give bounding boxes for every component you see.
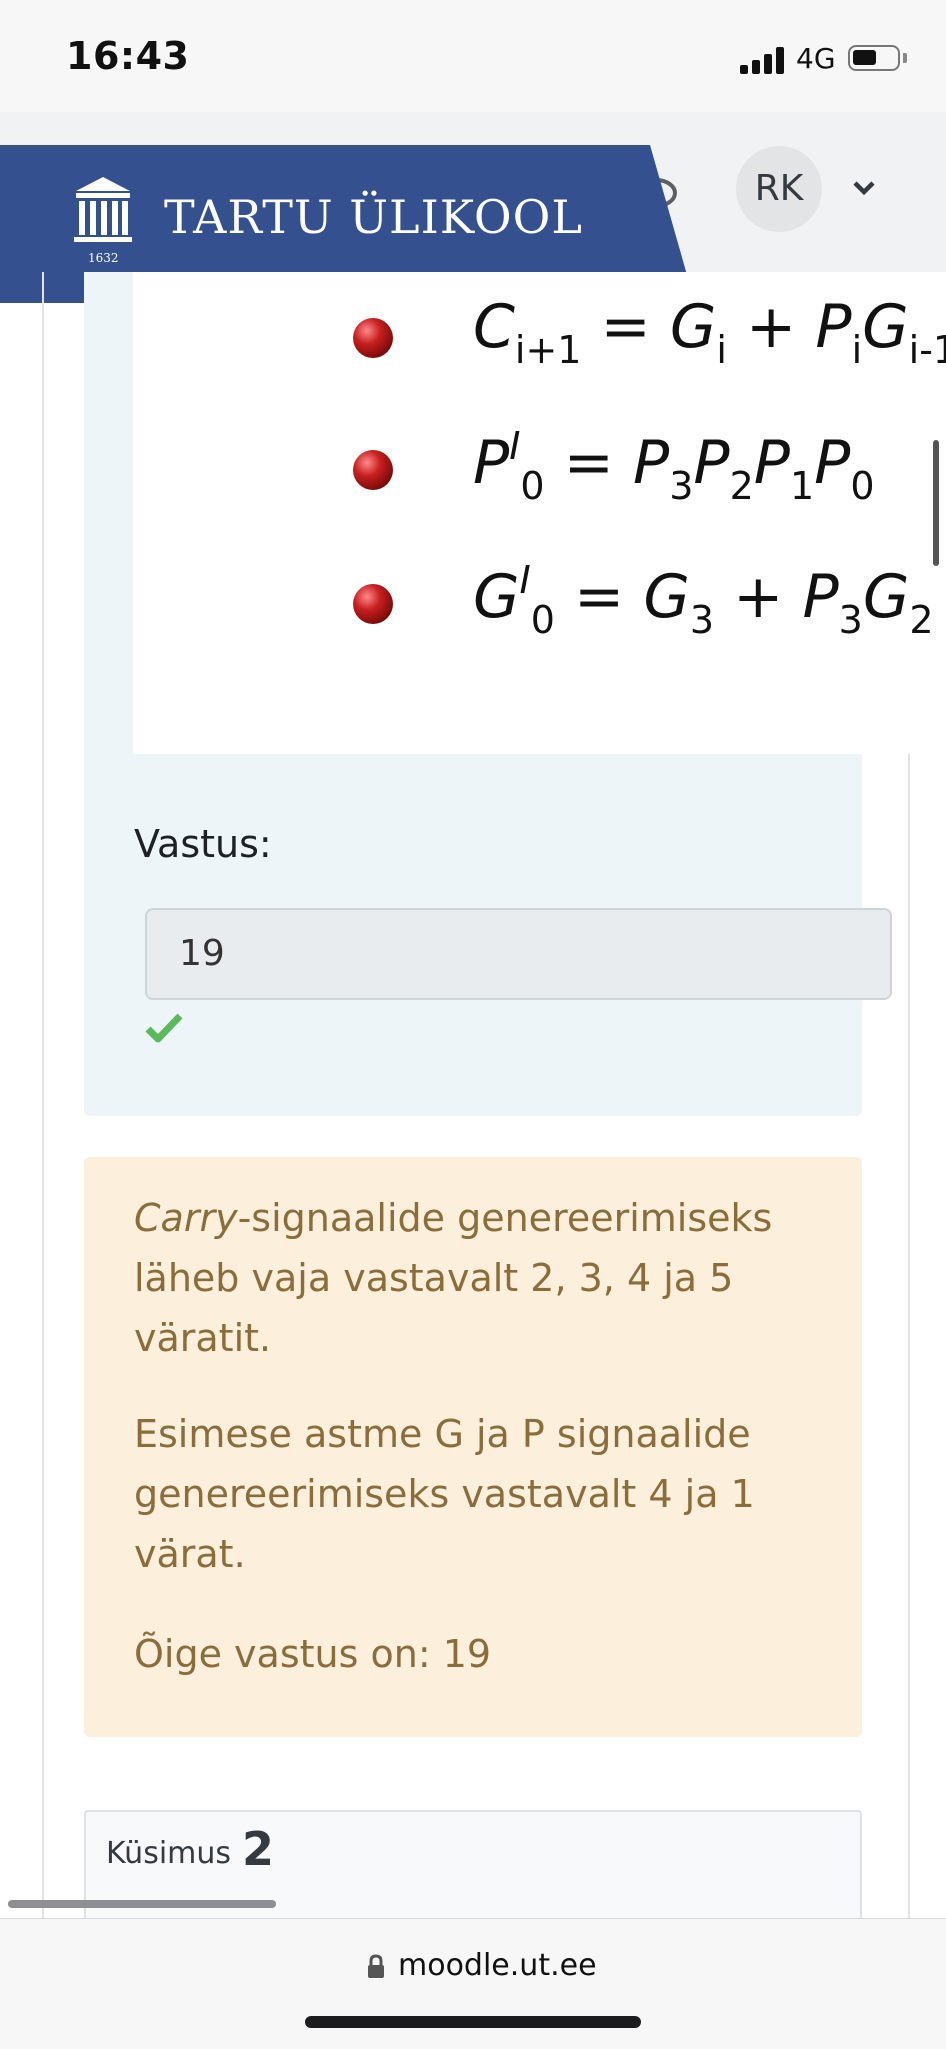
lock-icon — [366, 1954, 386, 1984]
battery-icon — [848, 45, 900, 71]
question-figure-formulas: Ci+1 = Gi + PiGi-1 PI0 = P3P2P1P0 GI0 = … — [133, 272, 946, 754]
answer-label: Vastus: — [134, 822, 272, 866]
url-text[interactable]: moodle.ut.ee — [398, 1948, 597, 1983]
feedback-emphasis: Carry — [134, 1196, 238, 1240]
figure-scrollbar[interactable] — [933, 440, 939, 566]
bullet-icon — [353, 584, 393, 624]
feedback-paragraph-2: Esimese astme G ja P signaalide genereer… — [134, 1412, 755, 1576]
chevron-down-icon[interactable] — [852, 178, 876, 202]
question-label: Küsimus — [106, 1836, 232, 1871]
browser-address-bar[interactable] — [0, 1918, 946, 2049]
page-scrollbar[interactable] — [8, 1900, 276, 1908]
cellular-signal-icon — [740, 46, 786, 74]
user-avatar[interactable]: RK — [736, 146, 822, 232]
bullet-icon — [353, 318, 393, 358]
battery-level — [853, 50, 876, 65]
university-name: TARTU ÜLIKOOL — [164, 190, 583, 244]
formula-propagate: PI0 = P3P2P1P0 — [473, 424, 875, 508]
correct-check-icon — [145, 1012, 183, 1048]
feedback-paragraph-1: Carry-signaalide genereerimiseks läheb v… — [134, 1188, 834, 1368]
formula-generate: GI0 = G3 + P3G2 — [473, 558, 934, 642]
correct-answer-text: Õige vastus on: 19 — [134, 1632, 492, 1676]
bullet-icon — [353, 450, 393, 490]
battery-cap — [903, 53, 907, 63]
question-number: 2 — [242, 1822, 275, 1876]
status-time: 16:43 — [66, 34, 190, 78]
formula-carry: Ci+1 = Gi + PiGi-1 — [473, 292, 946, 372]
home-indicator[interactable] — [305, 2016, 641, 2028]
network-type: 4G — [796, 42, 836, 75]
answer-input[interactable]: 19 — [145, 908, 892, 1000]
university-founding-year: 1632 — [88, 251, 119, 265]
